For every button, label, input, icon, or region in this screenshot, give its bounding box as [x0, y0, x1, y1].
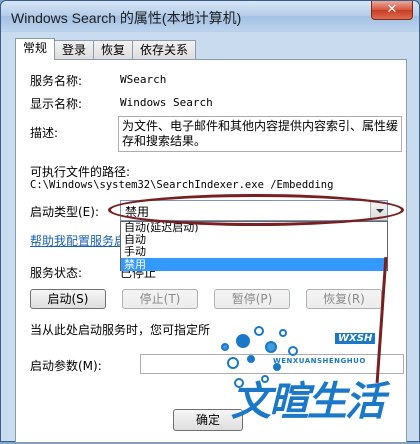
- close-icon: ✕: [386, 2, 398, 17]
- exe-path-value: C:\Windows\system32\SearchIndexer.exe /E…: [30, 179, 334, 191]
- service-status-label: 服务状态:: [30, 266, 83, 280]
- title-bar[interactable]: Windows Search 的属性(本地计算机) ✕: [1, 1, 419, 31]
- properties-window: Windows Search 的属性(本地计算机) ✕ 常规 登录 恢复 依存关…: [0, 0, 420, 443]
- stop-button[interactable]: 停止(T): [122, 289, 198, 309]
- tab-general[interactable]: 常规: [15, 38, 56, 60]
- option-manual[interactable]: 手动: [121, 246, 387, 258]
- watermark-logo: WXSH WENXUANSHENGHUO 文暄生活: [213, 319, 419, 441]
- start-params-label: 启动参数(M):: [30, 359, 102, 373]
- option-auto[interactable]: 自动: [121, 234, 387, 246]
- help-link[interactable]: 帮助我配置服务启: [30, 232, 126, 249]
- hint-text: 当从此处启动服务时，您可指定所: [30, 323, 211, 337]
- tab-recovery[interactable]: 恢复: [93, 40, 134, 60]
- display-name-label: 显示名称:: [30, 97, 83, 111]
- watermark-brand: 文暄生活: [231, 379, 385, 425]
- display-name-value: Windows Search: [120, 96, 213, 109]
- start-button[interactable]: 启动(S): [30, 289, 106, 309]
- tab-dependencies[interactable]: 依存关系: [132, 40, 197, 60]
- resume-button[interactable]: 恢复(R): [306, 289, 382, 309]
- tab-logon[interactable]: 登录: [54, 40, 95, 60]
- startup-type-dropdown: 自动(延迟启动) 自动 手动 禁用: [120, 221, 388, 271]
- watermark-pinyin: WENXUANSHENGHUO: [273, 357, 366, 365]
- exe-path-label: 可执行文件的路径:: [30, 165, 131, 179]
- description-label: 描述:: [30, 126, 59, 140]
- close-button[interactable]: ✕: [371, 1, 413, 20]
- window-title: Windows Search 的属性(本地计算机): [11, 10, 242, 26]
- annotation-ellipse: [108, 194, 404, 226]
- description-box[interactable]: 为文件、电子邮件和其他内容提供内容索引、属性缓存和搜索结果。: [118, 116, 402, 152]
- startup-type-label: 启动类型(E):: [30, 205, 99, 219]
- service-name-label: 服务名称:: [30, 74, 83, 88]
- option-disabled[interactable]: 禁用: [121, 258, 387, 271]
- tab-strip: 常规 登录 恢复 依存关系: [15, 38, 197, 60]
- pause-button[interactable]: 暂停(P): [214, 289, 290, 309]
- service-name-value: WSearch: [120, 73, 167, 86]
- watermark-badge: WXSH: [335, 333, 376, 344]
